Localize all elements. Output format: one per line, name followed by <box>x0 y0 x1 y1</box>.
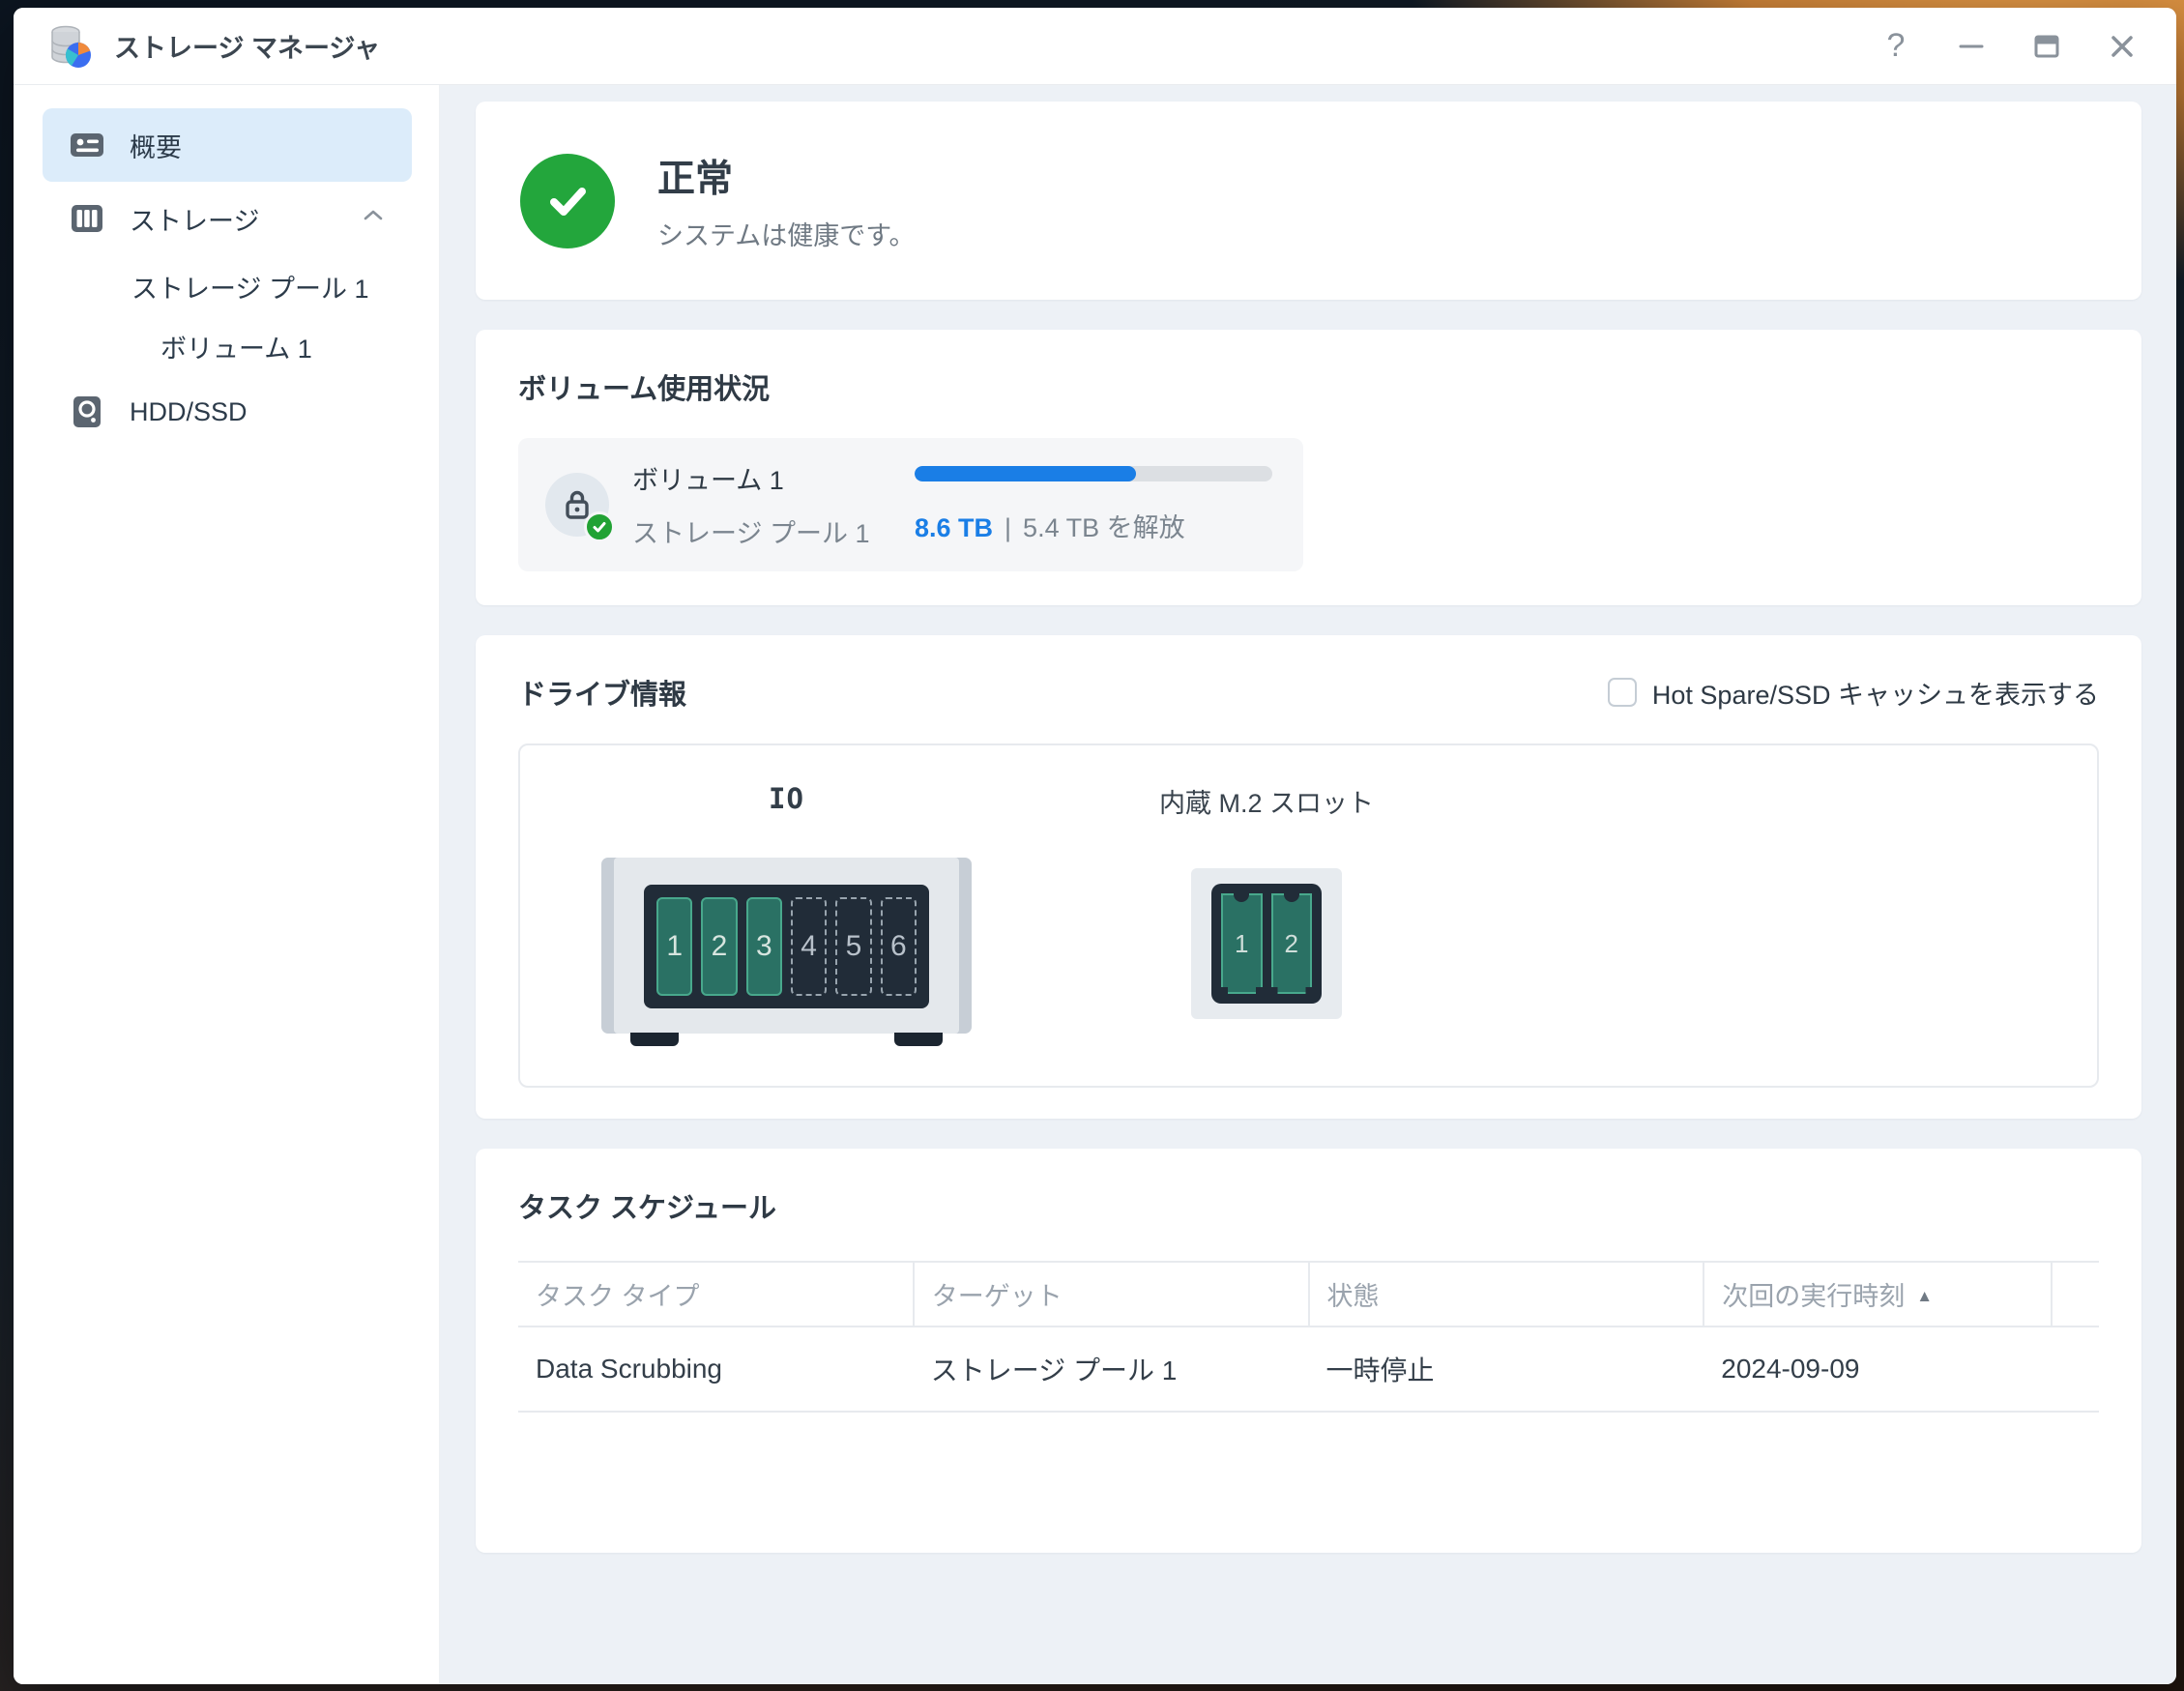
volume-usage-card: ボリューム使用状況 <box>476 330 2141 605</box>
volume-name: ボリューム 1 <box>632 459 869 497</box>
storage-manager-app-icon <box>46 23 93 70</box>
drive-info-header: ドライブ情報 Hot Spare/SSD キャッシュを表示する <box>518 672 2099 713</box>
main-area: 概要 ストレージ ストレ <box>14 85 2176 1684</box>
sidebar-item-label: ストレージ <box>130 200 259 238</box>
maximize-button[interactable] <box>2022 23 2072 70</box>
table-cell: 一時停止 <box>1309 1327 1704 1412</box>
sidebar-item-hdd-ssd[interactable]: HDD/SSD <box>43 375 412 449</box>
drive-bays: 123456 <box>644 885 929 1008</box>
maximize-icon <box>2032 32 2061 61</box>
task-table-header-row: タスク タイプターゲット状態次回の実行時刻▲ <box>518 1262 2099 1327</box>
sidebar-item-storage[interactable]: ストレージ <box>43 182 412 255</box>
system-health-card: 正常 システムは健康です。 <box>476 102 2141 300</box>
storage-icon <box>68 199 106 238</box>
drives-panel: IO 123456 内蔵 M.2 スロット <box>518 743 2099 1088</box>
storage-manager-window: ストレージ マネージャ ? <box>14 8 2176 1684</box>
volume-usage-bar-fill <box>915 466 1136 481</box>
table-row[interactable]: Data Scrubbingストレージ プール 1一時停止2024-09-09 <box>518 1327 2099 1412</box>
hot-spare-checkbox-label: Hot Spare/SSD キャッシュを表示する <box>1652 674 2099 712</box>
drive-bay-5[interactable]: 5 <box>835 897 871 996</box>
table-cell: 2024-09-09 <box>1704 1327 2052 1412</box>
nas-foot-left <box>630 1033 679 1046</box>
volume-identity: ボリューム 1 ストレージ プール 1 <box>545 459 915 550</box>
task-table-column-3[interactable]: 次回の実行時刻▲ <box>1704 1262 2052 1327</box>
sort-ascending-icon: ▲ <box>1916 1287 1933 1305</box>
content-area: 正常 システムは健康です。 ボリューム使用状況 <box>440 85 2176 1684</box>
m2-panel: 12 <box>1191 868 1342 1019</box>
nas-device-name: IO <box>601 782 972 815</box>
m2-slot-group: 内蔵 M.2 スロット 12 <box>1112 782 1421 1019</box>
overview-icon <box>68 126 106 164</box>
window-controls: ? <box>1871 23 2147 70</box>
volume-lock-avatar <box>545 473 609 537</box>
volume-usage-labels: 8.6 TB | 5.4 TB を解放 <box>915 507 1272 544</box>
window-title: ストレージ マネージャ <box>114 27 380 65</box>
task-table-column-spacer <box>2052 1262 2099 1327</box>
minimize-icon <box>1957 32 1986 61</box>
volume-usage-stats: 8.6 TB | 5.4 TB を解放 <box>915 466 1276 544</box>
drive-icon <box>68 393 106 431</box>
nas-illustration: 123456 <box>601 858 972 1034</box>
titlebar: ストレージ マネージャ ? <box>14 8 2176 85</box>
help-icon: ? <box>1887 27 1906 65</box>
volume-usage-panel[interactable]: ボリューム 1 ストレージ プール 1 8.6 TB | 5.4 <box>518 438 1303 571</box>
health-check-icon <box>520 154 615 248</box>
drive-info-card: ドライブ情報 Hot Spare/SSD キャッシュを表示する IO <box>476 635 2141 1119</box>
sidebar: 概要 ストレージ ストレ <box>14 85 440 1684</box>
sidebar-item-label: HDD/SSD <box>130 397 248 427</box>
task-table-column-0[interactable]: タスク タイプ <box>518 1262 914 1327</box>
drive-bay-6[interactable]: 6 <box>881 897 917 996</box>
table-cell: Data Scrubbing <box>518 1327 914 1412</box>
sidebar-item-storage-pool-1[interactable]: ストレージ プール 1 <box>43 255 412 317</box>
sidebar-item-label: 概要 <box>130 127 182 164</box>
nas-device-group: IO 123456 <box>601 782 972 1034</box>
volume-usage-section-title: ボリューム使用状況 <box>518 366 2099 407</box>
health-status-message: システムは健康です。 <box>657 215 916 252</box>
drive-info-section-title: ドライブ情報 <box>518 672 686 713</box>
drive-bay-4[interactable]: 4 <box>791 897 827 996</box>
nas-foot-right <box>894 1033 943 1046</box>
m2-slots: 12 <box>1211 884 1322 1004</box>
m2-slot-2[interactable]: 2 <box>1271 893 1313 994</box>
desktop-background: ストレージ マネージャ ? <box>0 0 2184 1691</box>
volume-usage-bar-track <box>915 466 1272 481</box>
volume-used-value: 8.6 TB <box>915 513 993 543</box>
table-cell-spacer <box>2052 1327 2099 1412</box>
task-schedule-card: タスク スケジュール タスク タイプターゲット状態次回の実行時刻▲ Data S… <box>476 1149 2141 1553</box>
health-status-title: 正常 <box>657 149 916 203</box>
chevron-up-icon <box>360 202 387 236</box>
m2-slot-1[interactable]: 1 <box>1221 893 1263 994</box>
table-cell: ストレージ プール 1 <box>914 1327 1309 1412</box>
task-table-body: Data Scrubbingストレージ プール 1一時停止2024-09-09 <box>518 1327 2099 1412</box>
drive-bay-1[interactable]: 1 <box>656 897 692 996</box>
hot-spare-checkbox[interactable] <box>1608 678 1637 707</box>
volume-free-value: 5.4 TB を解放 <box>1023 507 1185 544</box>
task-table-column-1[interactable]: ターゲット <box>914 1262 1309 1327</box>
drive-bay-2[interactable]: 2 <box>701 897 737 996</box>
volume-pool-name: ストレージ プール 1 <box>632 512 869 550</box>
m2-slot-title: 内蔵 M.2 スロット <box>1112 782 1421 820</box>
minimize-button[interactable] <box>1946 23 1996 70</box>
volume-names: ボリューム 1 ストレージ プール 1 <box>632 459 869 550</box>
hot-spare-checkbox-group[interactable]: Hot Spare/SSD キャッシュを表示する <box>1608 674 2099 712</box>
usage-divider: | <box>1005 513 1011 543</box>
help-button[interactable]: ? <box>1871 23 1921 70</box>
close-button[interactable] <box>2097 23 2147 70</box>
task-schedule-table: タスク タイプターゲット状態次回の実行時刻▲ Data Scrubbingストレ… <box>518 1261 2099 1413</box>
task-table-column-2[interactable]: 状態 <box>1309 1262 1704 1327</box>
close-icon <box>2108 32 2137 61</box>
drive-bay-3[interactable]: 3 <box>746 897 782 996</box>
task-schedule-section-title: タスク スケジュール <box>518 1185 2099 1226</box>
sidebar-item-volume-1[interactable]: ボリューム 1 <box>43 317 412 375</box>
health-text-block: 正常 システムは健康です。 <box>657 149 916 252</box>
sidebar-item-overview[interactable]: 概要 <box>43 108 412 182</box>
volume-healthy-badge <box>584 511 615 542</box>
